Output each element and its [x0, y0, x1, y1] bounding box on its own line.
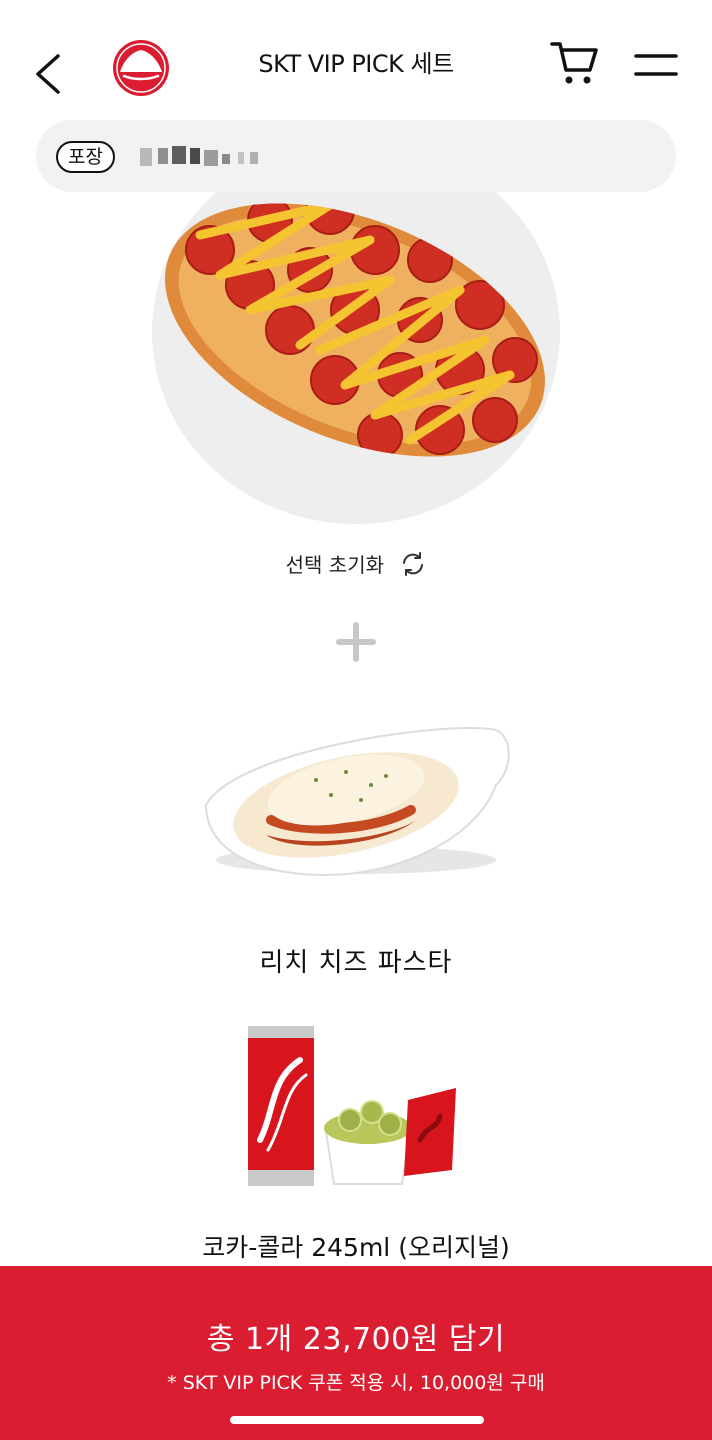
- coupon-note: * SKT VIP PICK 쿠폰 적용 시, 10,000원 구매: [167, 1372, 545, 1394]
- pickup-mode-chip[interactable]: 포장: [56, 141, 115, 173]
- add-to-cart-label: 총 1개 23,700원 담기: [206, 1322, 506, 1357]
- pasta-image[interactable]: [196, 710, 516, 890]
- cart-button[interactable]: [550, 38, 600, 88]
- add-to-cart-button[interactable]: 총 1개 23,700원 담기 * SKT VIP PICK 쿠폰 적용 시, …: [0, 1266, 712, 1440]
- drink-item-name: 코카-콜라 245ml (오리지널): [202, 1233, 510, 1262]
- page-title: SKT VIP PICK 세트: [258, 50, 454, 78]
- header: SKT VIP PICK 세트: [0, 0, 712, 120]
- reset-selection-button[interactable]: 선택 초기화: [0, 549, 712, 578]
- drink-pickle-sauce-image[interactable]: [240, 1020, 460, 1190]
- hamburger-menu-icon: [634, 54, 678, 76]
- menu-button[interactable]: [632, 50, 680, 82]
- address-bar[interactable]: 포장: [36, 120, 676, 192]
- cart-icon: [550, 42, 598, 84]
- home-indicator: [230, 1416, 484, 1424]
- refresh-icon: [403, 551, 424, 576]
- plus-icon: [336, 622, 376, 662]
- pasta-item-name: 리치 치즈 파스타: [259, 948, 453, 978]
- address-masked-text: [140, 146, 258, 166]
- reset-selection-label: 선택 초기화: [285, 553, 384, 577]
- pizza-image[interactable]: [140, 180, 570, 500]
